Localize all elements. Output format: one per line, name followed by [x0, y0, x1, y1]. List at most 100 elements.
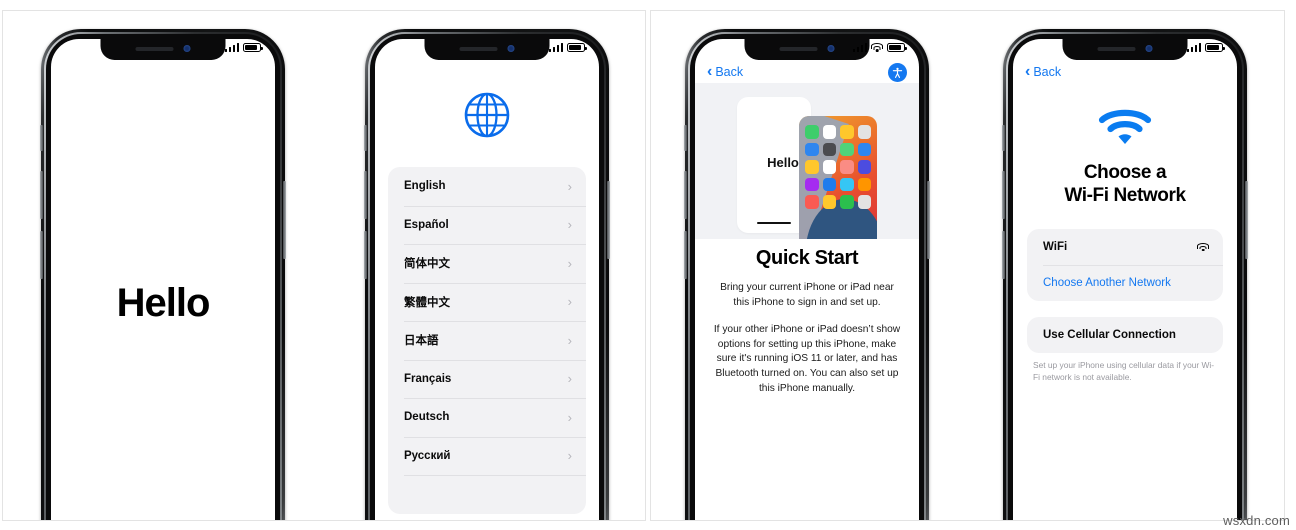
battery-icon [887, 43, 907, 52]
wifi-signal-icon [1197, 242, 1209, 252]
choose-another-network-button[interactable]: Choose Another Network [1027, 265, 1223, 301]
page-title: Quick Start [755, 247, 859, 269]
language-row[interactable]: 繁體中文 › [388, 282, 586, 322]
cellular-group: Use Cellular Connection [1027, 317, 1223, 353]
use-cellular-connection-button[interactable]: Use Cellular Connection [1027, 317, 1223, 353]
app-icon [840, 142, 854, 156]
status-bar [852, 43, 907, 52]
front-camera-icon [183, 45, 191, 52]
battery-icon [567, 43, 587, 52]
app-icon [857, 160, 871, 174]
front-camera-icon [507, 45, 515, 52]
phone-screen-wifi: ‹ Back Choose a Wi-Fi Network WiFi Choos… [1013, 39, 1237, 520]
language-list[interactable]: English › Español › 简体中文 › 繁體中文 › 日本語 › … [388, 167, 586, 514]
chevron-right-icon: › [567, 217, 572, 233]
notch [744, 39, 870, 60]
earpiece-speaker-icon [135, 46, 174, 51]
app-icon [840, 177, 854, 191]
phone-mockup-language: English › Español › 简体中文 › 繁體中文 › 日本語 › … [364, 29, 610, 520]
volume-down-button[interactable] [40, 231, 43, 279]
app-icon [805, 125, 819, 139]
phone-mockup-wifi: ‹ Back Choose a Wi-Fi Network WiFi Choos… [1002, 29, 1248, 520]
wifi-network-row[interactable]: WiFi [1027, 229, 1223, 265]
watermark: wsxdn.com [1223, 513, 1290, 528]
language-label: 繁體中文 [404, 296, 450, 309]
cellular-note: Set up your iPhone using cellular data i… [1033, 360, 1215, 382]
silence-switch[interactable] [1002, 125, 1005, 151]
silence-switch[interactable] [684, 125, 687, 151]
phone-mockup-hello: Hello [40, 29, 286, 520]
phone-screen-language: English › Español › 简体中文 › 繁體中文 › 日本語 › … [375, 39, 599, 520]
language-row[interactable]: Español › [388, 205, 586, 245]
volume-down-button[interactable] [684, 231, 687, 279]
page-title: Choose a Wi-Fi Network [1013, 161, 1237, 207]
power-button[interactable] [607, 181, 610, 259]
back-button[interactable]: ‹ Back [1025, 62, 1062, 80]
illustration-home-screen-phone [799, 116, 877, 239]
right-image-card: ‹ Back Hello Quick Start Bring your curr… [650, 10, 1285, 521]
volume-up-button[interactable] [364, 171, 367, 219]
language-row[interactable]: Deutsch › [388, 398, 586, 437]
language-label: Deutsch [404, 411, 450, 424]
app-icon [822, 177, 836, 191]
power-button[interactable] [1245, 181, 1248, 259]
chevron-right-icon: › [567, 409, 572, 425]
earpiece-speaker-icon [459, 46, 498, 51]
language-row[interactable]: Français › [388, 359, 586, 399]
chevron-left-icon: ‹ [707, 62, 713, 80]
status-bar [548, 43, 587, 52]
back-button[interactable]: ‹ Back [707, 62, 743, 80]
language-label: 日本語 [404, 335, 439, 348]
language-row[interactable]: 日本語 › [388, 321, 586, 360]
home-indicator [757, 222, 791, 224]
app-icon [857, 195, 871, 209]
wifi-large-icon-wrapper [1013, 107, 1237, 147]
language-row[interactable]: Русский › [388, 436, 586, 476]
notch [100, 39, 226, 60]
hello-greeting: Hello [116, 280, 211, 325]
quick-start-illustration: Hello [695, 83, 919, 239]
description-paragraph: Bring your current iPhone or iPad near t… [720, 282, 894, 308]
volume-up-button[interactable] [684, 171, 687, 219]
language-row[interactable]: 简体中文 › [388, 244, 586, 283]
front-camera-icon [827, 45, 835, 52]
navigation-bar: ‹ Back [695, 61, 919, 83]
silence-switch[interactable] [364, 125, 367, 151]
wifi-large-icon [1098, 109, 1152, 144]
status-bar [1186, 43, 1225, 52]
earpiece-speaker-icon [779, 46, 818, 51]
chevron-left-icon: ‹ [1025, 62, 1031, 80]
chevron-right-icon: › [567, 178, 572, 194]
description-text: Bring your current iPhone or iPad near t… [711, 281, 903, 396]
volume-down-button[interactable] [1002, 231, 1005, 279]
screenshot-canvas: Hello English › Español › 简体中文 › 繁體中文 › … [0, 0, 1296, 530]
language-row-partial[interactable] [388, 475, 586, 514]
globe-icon-wrapper [375, 91, 599, 139]
language-row[interactable]: English › [388, 167, 586, 206]
app-icon [805, 177, 819, 191]
left-image-card: Hello English › Español › 简体中文 › 繁體中文 › … [2, 10, 646, 521]
app-icon [822, 195, 836, 209]
back-button-label: Back [1033, 65, 1062, 79]
power-button[interactable] [927, 181, 930, 259]
cellular-signal-icon [852, 43, 867, 52]
silence-switch[interactable] [40, 125, 43, 151]
language-label: 简体中文 [404, 258, 450, 271]
chevron-right-icon: › [567, 294, 572, 310]
wifi-network-group: WiFi Choose Another Network [1027, 229, 1223, 301]
app-icon [840, 160, 854, 174]
chevron-right-icon: › [567, 255, 572, 271]
volume-up-button[interactable] [1002, 171, 1005, 219]
volume-down-button[interactable] [364, 231, 367, 279]
globe-icon [464, 92, 510, 138]
cellular-signal-icon [548, 43, 563, 52]
wifi-network-name: WiFi [1043, 241, 1068, 253]
power-button[interactable] [283, 181, 286, 259]
wifi-icon [871, 43, 883, 52]
accessibility-icon [892, 67, 903, 78]
navigation-bar: ‹ Back [1013, 61, 1237, 83]
volume-up-button[interactable] [40, 171, 43, 219]
accessibility-button[interactable] [888, 62, 907, 82]
app-icon [805, 142, 819, 156]
cellular-signal-icon [224, 43, 239, 52]
